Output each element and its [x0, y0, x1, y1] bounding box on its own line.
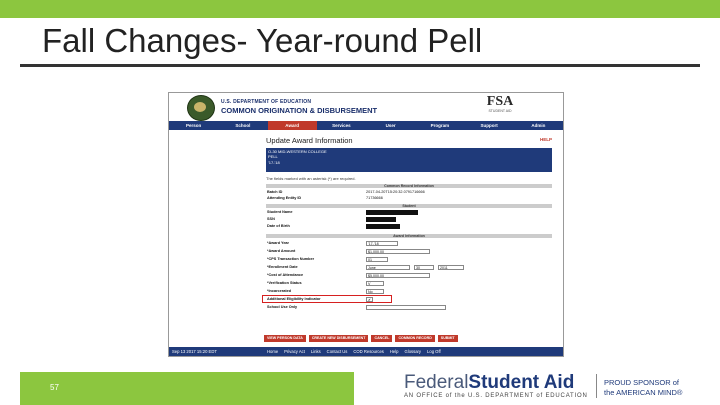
row-value: 71736666 [366, 196, 383, 200]
row-award-amount: *Award Amount $1,000.00 [266, 248, 552, 254]
nav-admin[interactable]: Admin [514, 121, 563, 130]
footer-link-home[interactable]: Home [267, 347, 278, 356]
required-note: The fields marked with an asterisk (*) a… [266, 176, 356, 181]
enrollment-day-select[interactable]: 30 [414, 264, 434, 270]
row-verification-status: *Verification Status V [266, 280, 552, 286]
page-heading: Update Award Information [266, 136, 353, 145]
row-dob: Date of Birth [266, 223, 552, 229]
row-label: *Cost of Attendance [267, 273, 304, 277]
footer-link-links[interactable]: Links [311, 347, 321, 356]
enrollment-year-select[interactable]: 2011 [438, 264, 464, 270]
nav-school[interactable]: School [218, 121, 267, 130]
award-summary-box: O-30 MID-WESTERN COLLEGE PELL '17-'18 [266, 148, 552, 172]
fsa-logo-text: FSA [486, 94, 514, 109]
redacted-value [366, 216, 396, 222]
bottom-accent-bar [20, 372, 354, 405]
incarcerated-select[interactable]: No [366, 288, 384, 294]
fsa-tagline: AN OFFICE of the U.S. DEPARTMENT of EDUC… [404, 393, 588, 399]
row-label: *Award Amount [267, 249, 296, 253]
row-label: Additional Eligibility Indicator [267, 297, 321, 301]
row-label: *Verification Status [267, 281, 302, 285]
school-use-only-input[interactable] [366, 304, 446, 310]
main-nav: Person School Award Services User Progra… [169, 121, 563, 130]
row-student-name: Student Name [266, 209, 552, 215]
department-name: U.S. DEPARTMENT OF EDUCATION [221, 99, 312, 105]
nav-award[interactable]: Award [267, 121, 317, 130]
nav-person[interactable]: Person [169, 121, 218, 130]
row-additional-eligibility: Additional Eligibility Indicator ✔ [266, 296, 552, 302]
award-form: Update Award Information HELP O-30 MID-W… [262, 131, 554, 345]
row-cost-of-attendance: *Cost of Attendance $5,000.00 [266, 272, 552, 278]
view-person-data-button[interactable]: VIEW PERSON DATA [264, 335, 306, 342]
help-link[interactable]: HELP [540, 137, 552, 142]
row-label: School Use Only [267, 305, 298, 309]
fsa-logo-sub: STUDENT AID [488, 109, 512, 113]
cancel-button[interactable]: CANCEL [371, 335, 393, 342]
row-label: Attending Entity ID [267, 196, 302, 200]
common-record-button[interactable]: COMMON RECORD [395, 335, 435, 342]
row-cps-transaction: *CPS Transaction Number 01 [266, 256, 552, 262]
row-school-use-only: School Use Only [266, 304, 552, 310]
award-amount-input[interactable]: $1,000.00 [366, 248, 430, 254]
award-year-select[interactable]: '17-'18 [366, 240, 398, 246]
row-label: *Enrollment Date [267, 265, 298, 269]
submit-button[interactable]: SUBMIT [437, 335, 458, 342]
sponsor-line-2: the AMERICAN MIND® [604, 388, 683, 397]
system-name: COMMON ORIGINATION & DISBURSEMENT [221, 106, 378, 115]
footer-link-glossary[interactable]: Glossary [405, 347, 422, 356]
footer-links: Home Privacy Act Links Contact Us COD Re… [267, 347, 441, 356]
department-seal-icon [187, 95, 215, 121]
row-attending-entity: Attending Entity ID 71736666 [266, 195, 552, 201]
sponsor-line-1: PROUD SPONSOR of [604, 378, 680, 387]
slide-title: Fall Changes- Year-round Pell [42, 22, 483, 59]
cod-screenshot: U.S. DEPARTMENT OF EDUCATION COMMON ORIG… [168, 92, 564, 357]
footer-timestamp: Sep 13 2017 15:20 EDT [172, 349, 217, 354]
row-award-year: *Award Year '17-'18 [266, 240, 552, 246]
row-label: Date of Birth [267, 224, 290, 228]
row-label: *CPS Transaction Number [267, 257, 315, 261]
section-award: Award Information [266, 234, 552, 238]
row-label: Student Name [267, 210, 293, 214]
footer-link-cod-resources[interactable]: COD Resources [353, 347, 383, 356]
fsa-logo: FSA STUDENT AID [483, 95, 517, 119]
section-student: Student [266, 204, 552, 208]
footer-link-privacy[interactable]: Privacy Act [284, 347, 305, 356]
redacted-value [366, 223, 400, 229]
verification-status-select[interactable]: V [366, 280, 384, 286]
row-incarcerated: *Incarcerated No [266, 288, 552, 294]
redacted-value [366, 209, 418, 215]
cps-transaction-input[interactable]: 01 [366, 256, 388, 262]
section-common-record: Common Record Information [266, 184, 552, 188]
slide-number: 57 [50, 383, 59, 392]
nav-services[interactable]: Services [317, 121, 366, 130]
fsa-wordmark-light: Federal [404, 372, 469, 393]
nav-user[interactable]: User [366, 121, 415, 130]
additional-eligibility-checkbox[interactable]: ✔ [366, 296, 373, 302]
fsa-wordmark: FederalStudent Aid [404, 372, 574, 394]
row-label: *Incarcerated [267, 289, 292, 293]
row-enrollment-date: *Enrollment Date June 30 2011 [266, 264, 552, 270]
row-label: *Award Year [267, 241, 290, 245]
title-underline [20, 64, 700, 67]
footer-link-contact[interactable]: Contact Us [327, 347, 348, 356]
award-year-label: '17-'18 [268, 159, 280, 165]
footer-link-help[interactable]: Help [390, 347, 399, 356]
app-header: U.S. DEPARTMENT OF EDUCATION COMMON ORIG… [169, 93, 563, 121]
cost-of-attendance-input[interactable]: $5,000.00 [366, 272, 430, 278]
nav-support[interactable]: Support [465, 121, 514, 130]
enrollment-month-select[interactable]: June [366, 264, 410, 270]
row-ssn: SSN [266, 216, 552, 222]
left-panel [169, 130, 261, 345]
create-new-disbursement-button[interactable]: CREATE NEW DISBURSEMENT [308, 335, 369, 342]
fsa-wordmark-bold: Student Aid [468, 372, 575, 393]
nav-program[interactable]: Program [415, 121, 464, 130]
footer-link-logoff[interactable]: Log Off [427, 347, 441, 356]
brand-divider [596, 374, 597, 398]
row-label: SSN [267, 217, 275, 221]
top-accent-bar [0, 0, 720, 18]
app-footer: Sep 13 2017 15:20 EDT Home Privacy Act L… [169, 347, 563, 356]
action-buttons: VIEW PERSON DATA CREATE NEW DISBURSEMENT… [264, 335, 554, 342]
